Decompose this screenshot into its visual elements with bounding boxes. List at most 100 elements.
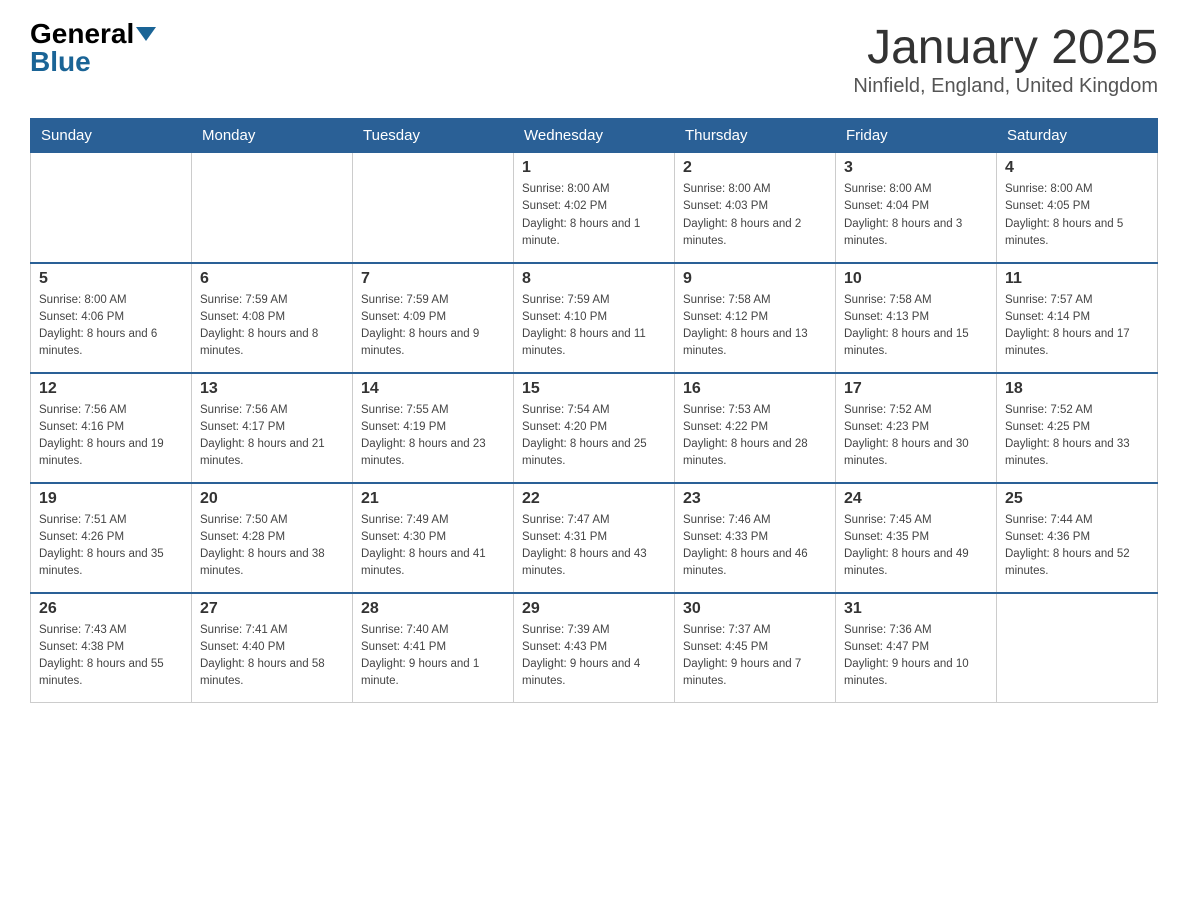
calendar-table: SundayMondayTuesdayWednesdayThursdayFrid…: [30, 118, 1158, 703]
weekday-header-saturday: Saturday: [997, 119, 1158, 153]
calendar-title-block: January 2025 Ninfield, England, United K…: [853, 20, 1158, 98]
day-number: 31: [844, 600, 988, 618]
calendar-cell: 17Sunrise: 7:52 AM Sunset: 4:23 PM Dayli…: [836, 373, 997, 483]
calendar-cell: [192, 153, 353, 263]
calendar-week-row: 26Sunrise: 7:43 AM Sunset: 4:38 PM Dayli…: [31, 593, 1158, 703]
calendar-cell: 27 Sunrise: 7:41 AM Sunset: 4:40 PM Dayli…: [192, 593, 353, 703]
day-number: 28: [361, 600, 505, 618]
calendar-cell: 25 Sunrise: 7:44 AM Sunset: 4:36 PM Dayli…: [997, 483, 1158, 593]
day-info: Sunrise: 7:37 AM Sunset: 4:45 PM Dayligh…: [683, 622, 827, 691]
calendar-cell: 4 Sunrise: 8:00 AM Sunset: 4:05 PM Daylig…: [997, 153, 1158, 263]
day-number: 4: [1005, 159, 1149, 177]
logo-blue-text: Blue: [30, 48, 91, 76]
weekday-header-friday: Friday: [836, 119, 997, 153]
calendar-cell: 16 Sunrise: 7:53 AM Sunset: 4:22 PM Dayli…: [675, 373, 836, 483]
day-info: Sunrise: 7:36 AM Sunset: 4:47 PM Dayligh…: [844, 622, 988, 691]
day-info: Sunrise: 8:00 AM Sunset: 4:06 PM Dayligh…: [39, 292, 183, 361]
day-number: 16: [683, 380, 827, 398]
day-number: 27: [200, 600, 344, 618]
calendar-cell: 30 Sunrise: 7:37 AM Sunset: 4:45 PM Dayli…: [675, 593, 836, 703]
calendar-cell: 3 Sunrise: 8:00 AM Sunset: 4:04 PM Daylig…: [836, 153, 997, 263]
day-number: 5: [39, 270, 183, 288]
day-number: 23: [683, 490, 827, 508]
day-number: 8: [522, 270, 666, 288]
day-info: Sunrise: 7:44 AM Sunset: 4:36 PM Dayligh…: [1005, 512, 1149, 581]
calendar-cell: 8 Sunrise: 7:59 AM Sunset: 4:10 PM Daylig…: [514, 263, 675, 373]
calendar-cell: 5 Sunrise: 8:00 AM Sunset: 4:06 PM Daylig…: [31, 263, 192, 373]
day-info: Sunrise: 7:57 AM Sunset: 4:14 PM Dayligh…: [1005, 292, 1149, 361]
calendar-cell: 31 Sunrise: 7:36 AM Sunset: 4:47 PM Dayli…: [836, 593, 997, 703]
day-number: 12: [39, 380, 183, 398]
calendar-location: Ninfield, England, United Kingdom: [853, 75, 1158, 98]
calendar-cell: 26Sunrise: 7:43 AM Sunset: 4:38 PM Dayli…: [31, 593, 192, 703]
calendar-month-year: January 2025: [853, 20, 1158, 75]
day-number: 19: [39, 490, 183, 508]
day-info: Sunrise: 7:56 AM Sunset: 4:16 PM Dayligh…: [39, 402, 183, 471]
weekday-header-thursday: Thursday: [675, 119, 836, 153]
calendar-cell: 13 Sunrise: 7:56 AM Sunset: 4:17 PM Dayli…: [192, 373, 353, 483]
calendar-cell: 23 Sunrise: 7:46 AM Sunset: 4:33 PM Dayli…: [675, 483, 836, 593]
day-info: Sunrise: 7:46 AM Sunset: 4:33 PM Dayligh…: [683, 512, 827, 581]
calendar-cell: 18Sunrise: 7:52 AM Sunset: 4:25 PM Dayli…: [997, 373, 1158, 483]
day-number: 30: [683, 600, 827, 618]
calendar-week-row: 19 Sunrise: 7:51 AM Sunset: 4:26 PM Dayli…: [31, 483, 1158, 593]
day-number: 13: [200, 380, 344, 398]
day-info: Sunrise: 7:58 AM Sunset: 4:13 PM Dayligh…: [844, 292, 988, 361]
day-number: 14: [361, 380, 505, 398]
day-number: 10: [844, 270, 988, 288]
day-info: Sunrise: 7:47 AM Sunset: 4:31 PM Dayligh…: [522, 512, 666, 581]
day-info: Sunrise: 7:53 AM Sunset: 4:22 PM Dayligh…: [683, 402, 827, 471]
day-info: Sunrise: 7:45 AM Sunset: 4:35 PM Dayligh…: [844, 512, 988, 581]
day-info: Sunrise: 7:49 AM Sunset: 4:30 PM Dayligh…: [361, 512, 505, 581]
day-info: Sunrise: 7:55 AM Sunset: 4:19 PM Dayligh…: [361, 402, 505, 471]
day-number: 2: [683, 159, 827, 177]
day-number: 20: [200, 490, 344, 508]
day-number: 9: [683, 270, 827, 288]
calendar-cell: 20 Sunrise: 7:50 AM Sunset: 4:28 PM Dayli…: [192, 483, 353, 593]
calendar-header-row: SundayMondayTuesdayWednesdayThursdayFrid…: [31, 119, 1158, 153]
calendar-cell: 28Sunrise: 7:40 AM Sunset: 4:41 PM Dayli…: [353, 593, 514, 703]
calendar-cell: 10 Sunrise: 7:58 AM Sunset: 4:13 PM Dayli…: [836, 263, 997, 373]
day-number: 11: [1005, 270, 1149, 288]
day-info: Sunrise: 8:00 AM Sunset: 4:03 PM Dayligh…: [683, 181, 827, 250]
logo: General Blue: [30, 20, 156, 76]
day-info: Sunrise: 8:00 AM Sunset: 4:05 PM Dayligh…: [1005, 181, 1149, 250]
day-number: 26: [39, 600, 183, 618]
calendar-cell: 22Sunrise: 7:47 AM Sunset: 4:31 PM Dayli…: [514, 483, 675, 593]
day-number: 1: [522, 159, 666, 177]
day-info: Sunrise: 8:00 AM Sunset: 4:04 PM Dayligh…: [844, 181, 988, 250]
calendar-week-row: 12 Sunrise: 7:56 AM Sunset: 4:16 PM Dayli…: [31, 373, 1158, 483]
calendar-cell: 7 Sunrise: 7:59 AM Sunset: 4:09 PM Daylig…: [353, 263, 514, 373]
weekday-header-wednesday: Wednesday: [514, 119, 675, 153]
day-info: Sunrise: 7:54 AM Sunset: 4:20 PM Dayligh…: [522, 402, 666, 471]
calendar-cell: 12 Sunrise: 7:56 AM Sunset: 4:16 PM Dayli…: [31, 373, 192, 483]
day-info: Sunrise: 7:39 AM Sunset: 4:43 PM Dayligh…: [522, 622, 666, 691]
day-info: Sunrise: 7:51 AM Sunset: 4:26 PM Dayligh…: [39, 512, 183, 581]
day-info: Sunrise: 7:50 AM Sunset: 4:28 PM Dayligh…: [200, 512, 344, 581]
day-info: Sunrise: 7:59 AM Sunset: 4:10 PM Dayligh…: [522, 292, 666, 361]
calendar-cell: 19 Sunrise: 7:51 AM Sunset: 4:26 PM Dayli…: [31, 483, 192, 593]
day-info: Sunrise: 7:56 AM Sunset: 4:17 PM Dayligh…: [200, 402, 344, 471]
calendar-cell: 29 Sunrise: 7:39 AM Sunset: 4:43 PM Dayli…: [514, 593, 675, 703]
day-number: 18: [1005, 380, 1149, 398]
calendar-cell: 14 Sunrise: 7:55 AM Sunset: 4:19 PM Dayli…: [353, 373, 514, 483]
day-info: Sunrise: 8:00 AM Sunset: 4:02 PM Dayligh…: [522, 181, 666, 250]
day-number: 3: [844, 159, 988, 177]
logo-general-text: General: [30, 20, 134, 48]
weekday-header-tuesday: Tuesday: [353, 119, 514, 153]
day-number: 7: [361, 270, 505, 288]
day-number: 25: [1005, 490, 1149, 508]
calendar-week-row: 1 Sunrise: 8:00 AM Sunset: 4:02 PM Daylig…: [31, 153, 1158, 263]
weekday-header-sunday: Sunday: [31, 119, 192, 153]
day-number: 17: [844, 380, 988, 398]
day-info: Sunrise: 7:59 AM Sunset: 4:08 PM Dayligh…: [200, 292, 344, 361]
day-info: Sunrise: 7:41 AM Sunset: 4:40 PM Dayligh…: [200, 622, 344, 691]
calendar-cell: [31, 153, 192, 263]
calendar-cell: 15Sunrise: 7:54 AM Sunset: 4:20 PM Dayli…: [514, 373, 675, 483]
logo-arrow-icon: [136, 27, 156, 41]
calendar-cell: 24Sunrise: 7:45 AM Sunset: 4:35 PM Dayli…: [836, 483, 997, 593]
calendar-cell: [997, 593, 1158, 703]
day-number: 29: [522, 600, 666, 618]
day-info: Sunrise: 7:59 AM Sunset: 4:09 PM Dayligh…: [361, 292, 505, 361]
day-info: Sunrise: 7:58 AM Sunset: 4:12 PM Dayligh…: [683, 292, 827, 361]
